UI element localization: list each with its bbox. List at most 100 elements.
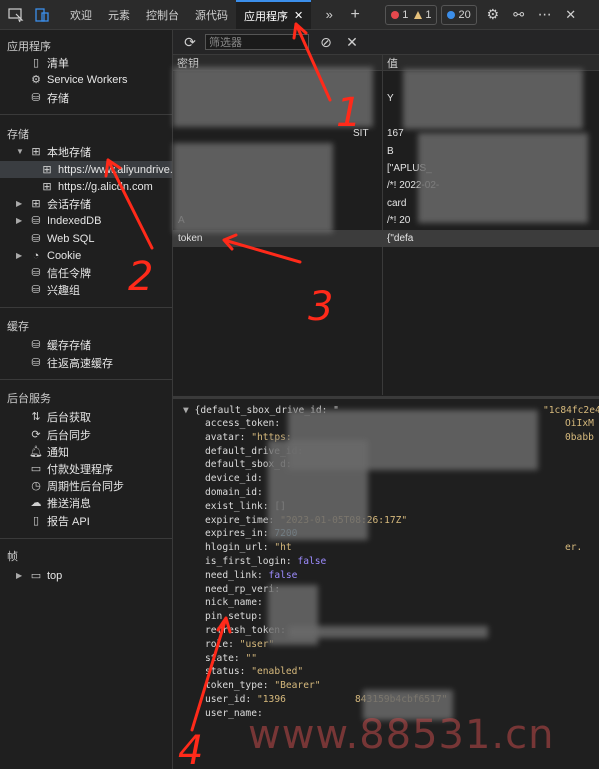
json-key: domain_id xyxy=(205,487,257,498)
expand-arrow-icon[interactable]: ▶ xyxy=(16,571,22,580)
database-icon: ⛁ xyxy=(31,215,41,227)
database-icon: ⛁ xyxy=(31,92,41,104)
tab-console[interactable]: 控制台 xyxy=(138,0,187,29)
sidebar-item-periodic-sync[interactable]: ◷ 周期性后台同步 xyxy=(30,477,124,494)
card-icon: ▭ xyxy=(30,463,42,475)
json-key: exist_link xyxy=(205,500,263,512)
sidebar-item-bfcache[interactable]: ⛁ 往返高速缓存 xyxy=(30,354,113,371)
sidebar-item-manifest[interactable]: ▯ 清单 xyxy=(30,54,69,71)
panel-splitter[interactable] xyxy=(173,396,599,399)
json-entry[interactable]: hlogin_url: "ht er. xyxy=(205,542,582,554)
refresh-icon[interactable]: ⟳ xyxy=(181,33,199,51)
delete-selected-icon[interactable]: ✕ xyxy=(343,33,361,51)
sidebar-item-reporting-api[interactable]: ▯ 报告 API xyxy=(30,512,90,529)
sidebar-item-websql[interactable]: ⛁ Web SQL xyxy=(30,230,94,247)
json-colon: : xyxy=(228,638,240,650)
section-storage: 存储 xyxy=(7,129,29,141)
json-entry[interactable]: nick_name: xyxy=(205,597,263,608)
device-toolbar-icon[interactable] xyxy=(32,5,52,25)
sidebar-item-cookie[interactable]: ◔ Cookie xyxy=(30,247,82,264)
more-tabs-icon[interactable]: » xyxy=(319,5,339,25)
sidebar-item-cache-storage[interactable]: ⛁ 缓存存储 xyxy=(30,336,91,353)
row-value: {"defa xyxy=(387,232,414,244)
redaction-blur xyxy=(268,440,368,540)
expand-arrow-icon[interactable]: ▼ xyxy=(16,147,24,156)
close-icon[interactable]: ✕ xyxy=(294,9,303,22)
json-colon: : xyxy=(262,680,275,692)
json-value-tail: OiIxM xyxy=(565,418,594,429)
json-key: expires_in xyxy=(205,528,263,540)
json-entry[interactable]: pin_setup: xyxy=(205,611,263,622)
database-icon: ⛁ xyxy=(31,284,41,296)
info-badge[interactable]: 20 xyxy=(441,4,477,25)
json-value: "Bearer" xyxy=(274,680,321,692)
file-icon: ▯ xyxy=(32,515,40,527)
filter-input[interactable]: 筛选器 xyxy=(205,34,309,50)
warning-count: 1 xyxy=(425,8,432,21)
customize-icon[interactable]: ⚯ xyxy=(509,5,529,25)
json-entry[interactable]: need_link: false xyxy=(205,570,297,581)
tab-sources[interactable]: 源代码 xyxy=(187,0,236,29)
clear-all-icon[interactable]: ⊘ xyxy=(317,33,335,51)
database-icon: ⛁ xyxy=(31,339,41,351)
json-colon: : xyxy=(256,597,263,609)
json-entry[interactable]: state: "" xyxy=(205,653,257,664)
sidebar-item-trust-tokens[interactable]: ⛁ 信任令牌 xyxy=(30,264,91,281)
json-entry[interactable]: token_type: "Bearer" xyxy=(205,680,321,691)
sidebar-item-background-fetch[interactable]: ⇅ 后台获取 xyxy=(30,408,91,425)
grid-icon: ⊞ xyxy=(42,164,52,176)
gear-icon[interactable]: ⚙ xyxy=(483,5,503,25)
json-colon: : xyxy=(256,569,269,581)
more-options-icon[interactable]: ⋯ xyxy=(535,5,555,25)
sidebar-item-local-storage[interactable]: ⊞ 本地存储 xyxy=(30,143,91,160)
sidebar-item-push-messaging[interactable]: ☁ 推送消息 xyxy=(30,494,92,511)
json-key: nick_name xyxy=(205,597,257,609)
json-colon: : xyxy=(274,418,281,429)
inspect-icon[interactable] xyxy=(6,5,26,25)
sidebar-item-session-storage[interactable]: ⊞ 会话存储 xyxy=(30,195,91,212)
section-cache: 缓存 xyxy=(7,321,29,333)
redaction-blur xyxy=(403,69,583,129)
tab-welcome[interactable]: 欢迎 xyxy=(62,0,100,29)
json-entry[interactable]: domain_id: xyxy=(205,487,263,498)
json-key: need_link xyxy=(205,569,257,581)
tab-application[interactable]: 应用程序 ✕ xyxy=(236,0,312,29)
json-key: need_rp_veri xyxy=(205,583,275,595)
error-badge[interactable]: 1 1 xyxy=(385,4,438,25)
collapse-arrow-icon[interactable]: ▼ xyxy=(183,405,189,416)
sidebar-item-aliyundrive[interactable]: ⊞ https://www.aliyundrive.c xyxy=(41,161,178,178)
json-key: avatar xyxy=(205,431,240,443)
json-entry[interactable]: device_id: xyxy=(205,473,263,484)
gear-icon: ⚙ xyxy=(31,74,41,86)
sidebar-item-notifications[interactable]: 🔔︎ 通知 xyxy=(29,443,69,460)
json-value: "" xyxy=(245,652,258,664)
sidebar-item-background-sync[interactable]: ⟳ 后台同步 xyxy=(30,426,91,443)
row-key: SIT xyxy=(353,128,369,140)
expand-arrow-icon[interactable]: ▶ xyxy=(16,216,22,225)
cloud-icon: ☁ xyxy=(30,497,42,509)
sidebar-item-storage[interactable]: ⛁ 存储 xyxy=(30,89,69,106)
expand-arrow-icon[interactable]: ▶ xyxy=(16,199,22,208)
sidebar-item-service-workers[interactable]: ⚙ Service Workers xyxy=(30,71,127,88)
tab-elements[interactable]: 元素 xyxy=(100,0,138,29)
add-tab-icon[interactable]: + xyxy=(345,5,365,25)
json-key: hlogin_url xyxy=(205,542,263,554)
sidebar-item-payment-handler[interactable]: ▭ 付款处理程序 xyxy=(30,460,113,477)
json-colon: : xyxy=(245,694,257,705)
json-entry[interactable]: user_id: "1396843159b4cbf6517" xyxy=(205,694,447,705)
sidebar-item-indexeddb[interactable]: ⛁ IndexedDB xyxy=(30,212,101,229)
sidebar-item-frame-top[interactable]: ▭ top xyxy=(30,567,63,584)
local-storage-table: 密钥 值 YSIT167B["APLUS_/*! 2022-02-cardA/*… xyxy=(173,55,599,395)
json-entry[interactable]: role: "user" xyxy=(205,639,274,650)
sidebar-item-interest-groups[interactable]: ⛁ 兴趣组 xyxy=(30,281,80,298)
watermark-text: www.88531.cn xyxy=(248,712,555,758)
json-value: "1396 xyxy=(257,694,286,705)
database-icon: ⛁ xyxy=(31,233,41,245)
sidebar-item-alicdn[interactable]: ⊞ https://g.alicdn.com xyxy=(41,178,152,195)
expand-arrow-icon[interactable]: ▶ xyxy=(16,251,22,260)
close-devtools-icon[interactable]: ✕ xyxy=(561,5,581,25)
json-entry[interactable]: status: "enabled" xyxy=(205,666,303,677)
json-entry[interactable]: is_first_login: false xyxy=(205,556,326,567)
json-entry[interactable]: access_token: OiIxM xyxy=(205,418,594,429)
json-colon: : xyxy=(262,542,275,554)
